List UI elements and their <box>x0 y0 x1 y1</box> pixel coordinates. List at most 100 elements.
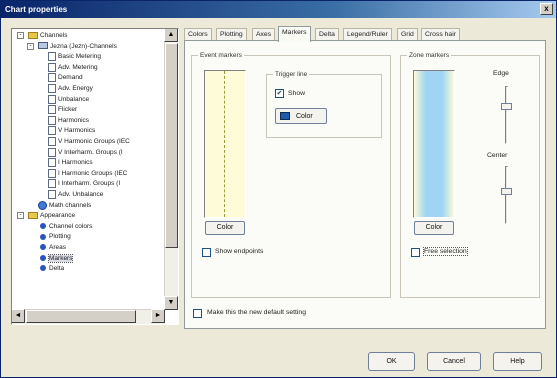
meter-icon <box>38 200 47 210</box>
tree-item-label: Jezna (Jezn)-Channels <box>50 42 117 50</box>
trigger-show-checkbox[interactable]: ✔ <box>275 89 284 98</box>
bullet-icon <box>40 265 46 272</box>
tree-item[interactable]: Plotting <box>38 232 71 242</box>
horizontal-scroll-thumb[interactable] <box>26 310 136 323</box>
tree-item[interactable]: Demand <box>48 73 83 83</box>
tree-item[interactable]: Markers <box>38 253 74 264</box>
tree-item[interactable]: Areas <box>38 243 66 253</box>
edge-slider-track[interactable] <box>505 86 508 144</box>
trigger-color-button[interactable]: Color <box>275 108 327 124</box>
tree-item[interactable]: Adv. Unbalance <box>48 190 103 200</box>
event-markers-group: Event markers Color Show endpoints Trigg… <box>191 51 391 298</box>
tree-item-label: Appearance <box>40 212 76 220</box>
tree-item-label: Channels <box>40 32 68 39</box>
window-title: Chart properties <box>5 5 68 14</box>
free-selection-checkbox[interactable] <box>411 248 420 257</box>
center-slider-thumb[interactable] <box>501 188 512 195</box>
scroll-left-icon[interactable]: ◄ <box>12 309 25 323</box>
default-setting-checkbox[interactable] <box>193 309 202 318</box>
tree-item-label: Adv. Unbalance <box>58 191 104 199</box>
title-bar[interactable]: Chart properties x <box>1 1 556 18</box>
tree-item[interactable]: I Harmonics <box>48 158 93 168</box>
tree-item[interactable]: V Harmonic Groups (IEC <box>48 137 130 147</box>
markers-tab-panel: Event markers Color Show endpoints Trigg… <box>184 40 546 329</box>
collapse-icon[interactable]: - <box>17 212 24 220</box>
tree-items: - Channels - Jezna (Jezn)-Channels Basic Met… <box>12 29 164 309</box>
tree-item-label: Harmonics <box>58 117 90 125</box>
tree-item[interactable]: I Interharm. Groups (I <box>48 179 120 189</box>
trigger-line-group: Trigger line ✔ Show Color <box>266 70 382 138</box>
trigger-line-title: Trigger line <box>273 70 310 79</box>
tree-item[interactable]: - Appearance <box>17 211 76 221</box>
doc-icon <box>48 52 56 62</box>
settings-tree[interactable]: - Channels - Jezna (Jezn)-Channels Basic Met… <box>11 28 179 325</box>
edge-label: Edge <box>493 70 509 77</box>
tree-item-label: Markers <box>47 253 74 263</box>
tree-item[interactable]: Harmonics <box>48 115 90 126</box>
tree-item-label: I Harmonic Groups (IEC <box>58 170 128 178</box>
scroll-right-icon[interactable]: ► <box>151 309 165 323</box>
tree-item-label: Adv. Energy <box>58 85 93 93</box>
tree-item-label: Delta <box>49 265 65 273</box>
help-button[interactable]: Help <box>493 352 542 371</box>
folder-icon <box>28 31 38 39</box>
ok-button[interactable]: OK <box>368 352 415 371</box>
tree-item[interactable]: Unbalance <box>48 94 90 105</box>
vertical-scroll-thumb[interactable] <box>165 43 178 248</box>
tree-item[interactable]: V Interharm. Groups (I <box>48 147 123 158</box>
event-color-button[interactable]: Color <box>205 221 245 235</box>
doc-icon <box>48 158 56 168</box>
tree-item[interactable]: Channel colors <box>38 222 92 232</box>
doc-icon <box>48 190 56 199</box>
event-marker-preview <box>204 70 246 218</box>
tree-item[interactable]: Math channels <box>38 200 92 211</box>
tree-item[interactable]: - Channels <box>17 31 68 41</box>
tree-item[interactable]: Delta <box>38 264 64 274</box>
tree-item[interactable]: V Harmonics <box>48 126 95 136</box>
doc-icon <box>48 94 56 104</box>
bullet-icon <box>40 254 46 261</box>
tree-item-label: Demand <box>58 74 83 82</box>
center-slider-track[interactable] <box>505 166 508 224</box>
event-marker-line <box>224 71 225 217</box>
doc-icon <box>48 115 56 125</box>
bullet-icon <box>40 244 46 251</box>
tree-item-label: V Harmonics <box>58 127 96 135</box>
tree-horizontal-scrollbar[interactable]: ◄ ► <box>12 309 165 324</box>
tree-item-label: I Interharm. Groups (I <box>58 180 121 188</box>
scroll-down-icon[interactable]: ▼ <box>164 296 178 310</box>
zone-markers-title: Zone markers <box>407 51 452 60</box>
collapse-icon[interactable]: - <box>27 42 34 50</box>
show-endpoints-label: Show endpoints <box>215 248 264 255</box>
tree-item-label: Basic Metering <box>58 53 101 61</box>
tab-strip: Colors Plotting Axes Markers Delta Legen… <box>184 26 546 42</box>
zone-color-button[interactable]: Color <box>414 221 454 235</box>
trigger-color-swatch <box>280 112 290 120</box>
tree-item[interactable]: Flicker <box>48 105 77 115</box>
close-icon[interactable]: x <box>540 3 553 15</box>
bullet-icon <box>40 223 46 230</box>
doc-icon <box>48 126 56 136</box>
center-label: Center <box>487 152 508 159</box>
tab-markers[interactable]: Markers <box>278 26 311 42</box>
tree-item-label: Areas <box>49 244 66 251</box>
zone-markers-group: Zone markers Color Free selection Edge C… <box>400 51 540 298</box>
tree-item[interactable]: Adv. Metering <box>48 62 98 73</box>
edge-slider-thumb[interactable] <box>501 103 512 110</box>
tree-item-label: Math channels <box>49 201 92 209</box>
device-icon <box>38 42 48 50</box>
scroll-up-icon[interactable]: ▲ <box>164 29 178 42</box>
tree-vertical-scrollbar[interactable]: ▲ ▼ <box>164 29 178 310</box>
collapse-icon[interactable]: - <box>17 32 24 39</box>
tree-item[interactable]: I Harmonic Groups (IEC <box>48 168 128 179</box>
tree-item[interactable]: Basic Metering <box>48 52 101 62</box>
tree-item-label: Unbalance <box>58 95 90 103</box>
tree-item[interactable]: - Jezna (Jezn)-Channels <box>27 42 117 52</box>
trigger-show-label: Show <box>288 90 306 97</box>
cancel-button[interactable]: Cancel <box>427 352 481 371</box>
show-endpoints-checkbox[interactable] <box>202 248 211 257</box>
chart-properties-dialog: Chart properties x - Channels - Jezna (Jezn… <box>0 0 557 378</box>
tree-item[interactable]: Adv. Energy <box>48 84 93 94</box>
folder-icon <box>28 211 38 219</box>
tree-item-label: Flicker <box>58 106 78 114</box>
